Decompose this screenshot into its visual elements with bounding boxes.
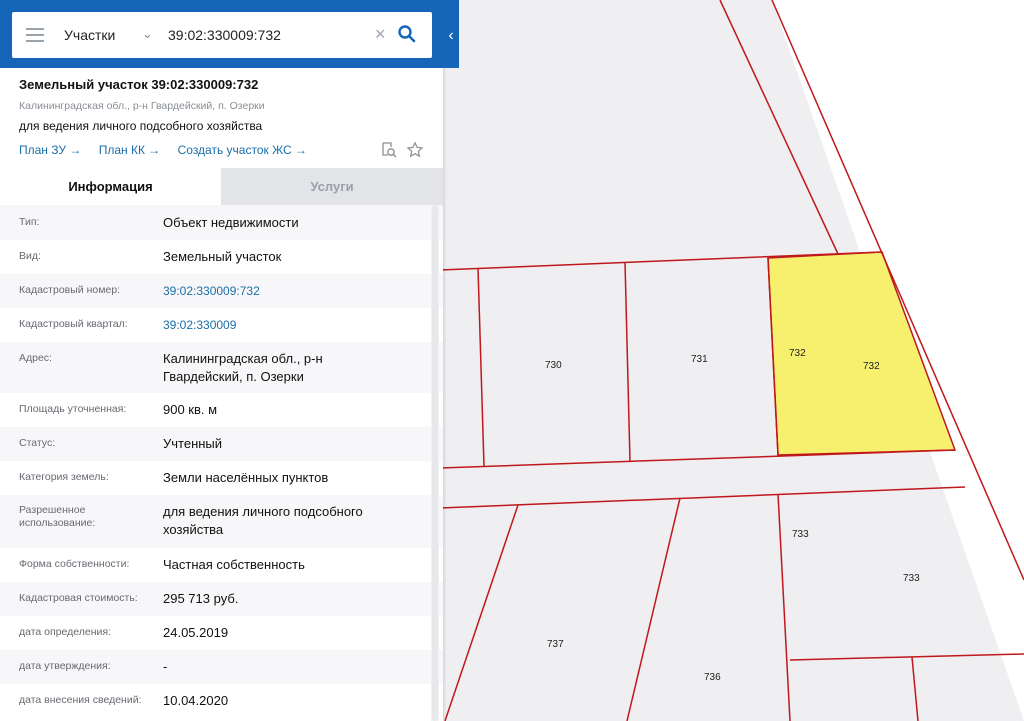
- cadastral-quarter-link[interactable]: 39:02:330009: [163, 316, 423, 334]
- row-label: Кадастровый квартал:: [19, 318, 128, 330]
- info-row-address: Адрес: Калининградская обл., р-н Гвардей…: [0, 342, 443, 393]
- info-row-approval-date: дата утверждения: -: [0, 650, 443, 684]
- parcel-label-737: 737: [547, 639, 564, 650]
- row-label: Вид:: [19, 250, 41, 262]
- row-value: Частная собственность: [163, 557, 305, 572]
- row-label: Категория земель:: [19, 471, 109, 483]
- search-icon[interactable]: [397, 24, 417, 44]
- row-value: 295 713 руб.: [163, 591, 239, 606]
- object-purpose: для ведения личного подсобного хозяйства: [19, 119, 263, 133]
- info-row-cadastral-number: Кадастровый номер: 39:02:330009:732: [0, 274, 443, 308]
- parcel-label-732-a: 732: [789, 348, 806, 359]
- panel-tabs: Информация Услуги: [0, 168, 443, 205]
- row-value: Земельный участок: [163, 249, 282, 264]
- object-title: Земельный участок 39:02:330009:732: [19, 77, 259, 92]
- parcel-label-731: 731: [691, 354, 708, 365]
- menu-icon[interactable]: [26, 28, 44, 42]
- info-row-ownership: Форма собственности: Частная собственнос…: [0, 548, 443, 582]
- row-value: Учтенный: [163, 436, 223, 451]
- star-icon[interactable]: [406, 141, 424, 159]
- tab-services[interactable]: Услуги: [221, 168, 443, 205]
- search-box: Участки ⌄ ×: [12, 12, 432, 58]
- row-value: 900 кв. м: [163, 402, 218, 417]
- row-value: Объект недвижимости: [163, 215, 299, 230]
- info-row-status: Статус: Учтенный: [0, 427, 443, 461]
- row-label: Кадастровый номер:: [19, 284, 121, 296]
- info-row-cadastral-value: Кадастровая стоимость: 295 713 руб.: [0, 582, 443, 616]
- row-label: Форма собственности:: [19, 558, 130, 570]
- parcel-label-733-b: 733: [903, 573, 920, 584]
- row-value: Земли населённых пунктов: [163, 470, 329, 485]
- parcel-label-736: 736: [704, 672, 721, 683]
- search-type-select[interactable]: Участки: [64, 27, 115, 43]
- cadastral-number-link[interactable]: 39:02:330009:732: [163, 282, 423, 300]
- info-row-type: Тип: Объект недвижимости: [0, 205, 443, 240]
- plan-kk-link[interactable]: План КК →: [99, 143, 161, 157]
- row-label: Тип:: [19, 216, 40, 228]
- parcel-label-732-b: 732: [863, 361, 880, 372]
- scrollbar-thumb[interactable]: [432, 206, 438, 721]
- info-row-determination-date: дата определения: 24.05.2019: [0, 616, 443, 650]
- info-row-kind: Вид: Земельный участок: [0, 240, 443, 274]
- row-value: для ведения личного подсобного хозяйства: [163, 504, 363, 537]
- search-input[interactable]: [168, 27, 368, 43]
- row-label: Площадь уточненная:: [19, 403, 127, 415]
- close-icon[interactable]: ×: [375, 24, 386, 45]
- row-value: Калининградская обл., р-н Гвардейский, п…: [163, 351, 323, 384]
- collapse-panel-chevron-left-icon[interactable]: ‹: [443, 22, 459, 50]
- chevron-down-icon[interactable]: ⌄: [142, 26, 153, 42]
- row-label: дата утверждения:: [19, 660, 111, 672]
- object-address: Калининградская обл., р-н Гвардейский, п…: [19, 100, 265, 112]
- row-value: -: [163, 659, 168, 674]
- row-label: Кадастровая стоимость:: [19, 592, 138, 604]
- info-row-cadastral-quarter: Кадастровый квартал: 39:02:330009: [0, 308, 443, 342]
- info-table: Тип: Объект недвижимости Вид: Земельный …: [0, 205, 443, 718]
- object-header: Земельный участок 39:02:330009:732 Калин…: [0, 68, 443, 168]
- info-row-land-category: Категория земель: Земли населённых пункт…: [0, 461, 443, 495]
- row-label: Разрешенное использование:: [19, 504, 96, 529]
- object-links: План ЗУ → План КК → Создать участок ЖС →: [19, 143, 321, 157]
- tab-information[interactable]: Информация: [0, 168, 221, 205]
- row-label: Статус:: [19, 437, 56, 449]
- row-label: Адрес:: [19, 352, 52, 364]
- parcel-label-733-a: 733: [792, 529, 809, 540]
- search-bar: Участки ⌄ × ‹: [0, 0, 459, 68]
- info-row-entry-date: дата внесения сведений: 10.04.2020: [0, 684, 443, 718]
- row-value: 10.04.2020: [163, 693, 229, 708]
- parcel-label-730: 730: [545, 360, 562, 371]
- create-parcel-link[interactable]: Создать участок ЖС →: [178, 143, 307, 157]
- plan-zu-link[interactable]: План ЗУ →: [19, 143, 81, 157]
- document-search-icon[interactable]: [380, 141, 398, 159]
- info-panel: Земельный участок 39:02:330009:732 Калин…: [0, 0, 443, 721]
- info-row-area: Площадь уточненная: 900 кв. м: [0, 393, 443, 427]
- row-label: дата определения:: [19, 626, 112, 638]
- info-row-permitted-use: Разрешенное использование: для ведения л…: [0, 495, 443, 548]
- row-label: дата внесения сведений:: [19, 694, 142, 706]
- row-value: 24.05.2019: [163, 625, 229, 640]
